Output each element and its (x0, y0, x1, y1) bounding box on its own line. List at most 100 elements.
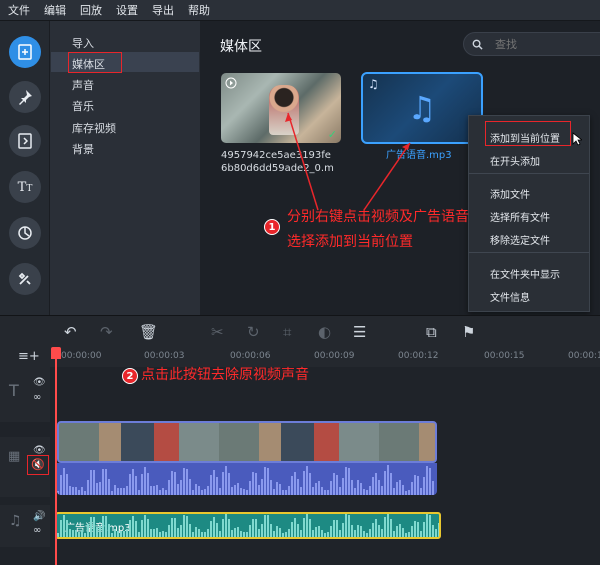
waveform-bar (177, 484, 179, 495)
waveform-bar (198, 486, 200, 495)
waveform-bar (57, 491, 59, 495)
waveform-bar (114, 528, 116, 537)
waveform-bar (252, 518, 254, 537)
waveform-bar (117, 488, 119, 495)
playhead-line[interactable] (55, 349, 57, 565)
waveform-bar (330, 525, 332, 537)
waveform-bar (156, 528, 158, 537)
waveform-bar (222, 518, 224, 537)
waveform-bar (126, 485, 128, 495)
waveform-bar (408, 532, 410, 537)
ctx-remove-selected[interactable]: 移除选定文件 (490, 232, 550, 247)
waveform-bar (87, 479, 89, 495)
waveform-bar (123, 530, 125, 537)
ctx-file-info[interactable]: 文件信息 (490, 289, 530, 304)
search-box[interactable] (463, 32, 600, 56)
waveform-bar (264, 514, 266, 537)
waveform-bar (420, 530, 422, 537)
menu-help[interactable]: 帮助 (188, 2, 210, 18)
waveform-bar (426, 466, 428, 495)
waveform-bar (84, 532, 86, 537)
waveform-bar (243, 489, 245, 495)
waveform-bar (435, 529, 437, 537)
waveform-bar (234, 484, 236, 495)
import-plus-icon[interactable] (9, 36, 41, 68)
waveform-bar (351, 480, 353, 495)
waveform-bar (120, 488, 122, 495)
waveform-bar (159, 532, 161, 537)
waveform-bar (204, 531, 206, 537)
menu-settings[interactable]: 设置 (116, 2, 138, 18)
filter-clock-icon[interactable] (9, 217, 41, 249)
waveform-bar (174, 471, 176, 495)
waveform-bar (246, 532, 248, 537)
waveform-bar (384, 517, 386, 537)
audio-clip[interactable]: 广告语音.mp3 (55, 512, 441, 539)
text-icon[interactable]: TT (9, 171, 41, 203)
tools-icon[interactable] (9, 263, 41, 295)
waveform-bar (132, 516, 134, 537)
video-audio-waveform[interactable] (57, 463, 437, 495)
waveform-bar (252, 472, 254, 495)
waveform-bar (204, 489, 206, 495)
clip-properties-icon[interactable]: ☰ (353, 323, 366, 341)
category-stock-video[interactable]: 库存视频 (72, 120, 116, 136)
waveform-bar (387, 514, 389, 537)
ruler-tick: 00:00:03 (144, 351, 185, 361)
undo-icon[interactable]: ↶ (64, 323, 77, 341)
waveform-bar (135, 476, 137, 495)
category-background[interactable]: 背景 (72, 141, 94, 157)
waveform-bar (351, 524, 353, 537)
waveform-bar (366, 490, 368, 495)
category-sound[interactable]: 声音 (72, 77, 94, 93)
tool-sidebar: TT (0, 21, 50, 315)
waveform-bar (162, 530, 164, 537)
waveform-bar (195, 483, 197, 495)
annotation-badge-2: 2 (122, 368, 138, 384)
waveform-bar (66, 473, 68, 495)
menu-export[interactable]: 导出 (152, 2, 174, 18)
overlay-icon[interactable]: ⧉ (426, 323, 437, 341)
video-clip[interactable] (57, 421, 437, 463)
cut-icon[interactable]: ✂ (211, 323, 224, 341)
menu-edit[interactable]: 编辑 (44, 2, 66, 18)
waveform-bar (78, 490, 80, 495)
waveform-bar (423, 522, 425, 537)
rotate-icon[interactable]: ↻ (247, 323, 260, 341)
delete-icon[interactable]: 🗑 (139, 323, 158, 341)
waveform-bar (423, 477, 425, 495)
waveform-bar (210, 475, 212, 495)
add-track-icon[interactable]: ≡+ (18, 349, 40, 364)
highlight-media-bin (68, 52, 122, 73)
search-input[interactable] (495, 37, 600, 51)
waveform-bar (267, 468, 269, 495)
waveform-bar (228, 519, 230, 537)
color-adjust-icon[interactable]: ◐ (318, 323, 331, 341)
ctx-show-in-folder[interactable]: 在文件夹中显示 (490, 266, 560, 281)
ctx-add-file[interactable]: 添加文件 (490, 186, 530, 201)
category-import[interactable]: 导入 (72, 35, 94, 51)
category-music[interactable]: 音乐 (72, 98, 94, 114)
menu-file[interactable]: 文件 (8, 2, 30, 18)
audio-thumbnail[interactable]: ♫ ♫ (361, 72, 483, 144)
redo-icon[interactable]: ↷ (100, 323, 113, 341)
link-icon[interactable]: ∞ (33, 525, 41, 536)
waveform-bar (75, 529, 77, 537)
eye-icon[interactable]: 👁 (33, 377, 46, 388)
waveform-bar (339, 486, 341, 495)
pin-effects-icon[interactable] (9, 81, 41, 113)
volume-icon[interactable]: 🔊 (33, 511, 45, 522)
ctx-select-all[interactable]: 选择所有文件 (490, 209, 550, 224)
transition-icon[interactable] (9, 125, 41, 157)
waveform-bar (159, 490, 161, 495)
marker-flag-icon[interactable]: ⚑ (462, 323, 475, 341)
waveform-bar (216, 522, 218, 537)
crop-icon[interactable]: ⌗ (283, 323, 291, 341)
video-thumbnail[interactable]: ✓ (221, 73, 341, 143)
menu-playback[interactable]: 回放 (80, 2, 102, 18)
ctx-add-to-beginning[interactable]: 在开头添加 (490, 153, 540, 168)
waveform-bar (333, 519, 335, 537)
link-icon[interactable]: ∞ (33, 392, 41, 403)
timeline-ruler[interactable]: 00:00:00 00:00:03 00:00:06 00:00:09 00:0… (0, 347, 600, 367)
waveform-bar (219, 488, 221, 495)
